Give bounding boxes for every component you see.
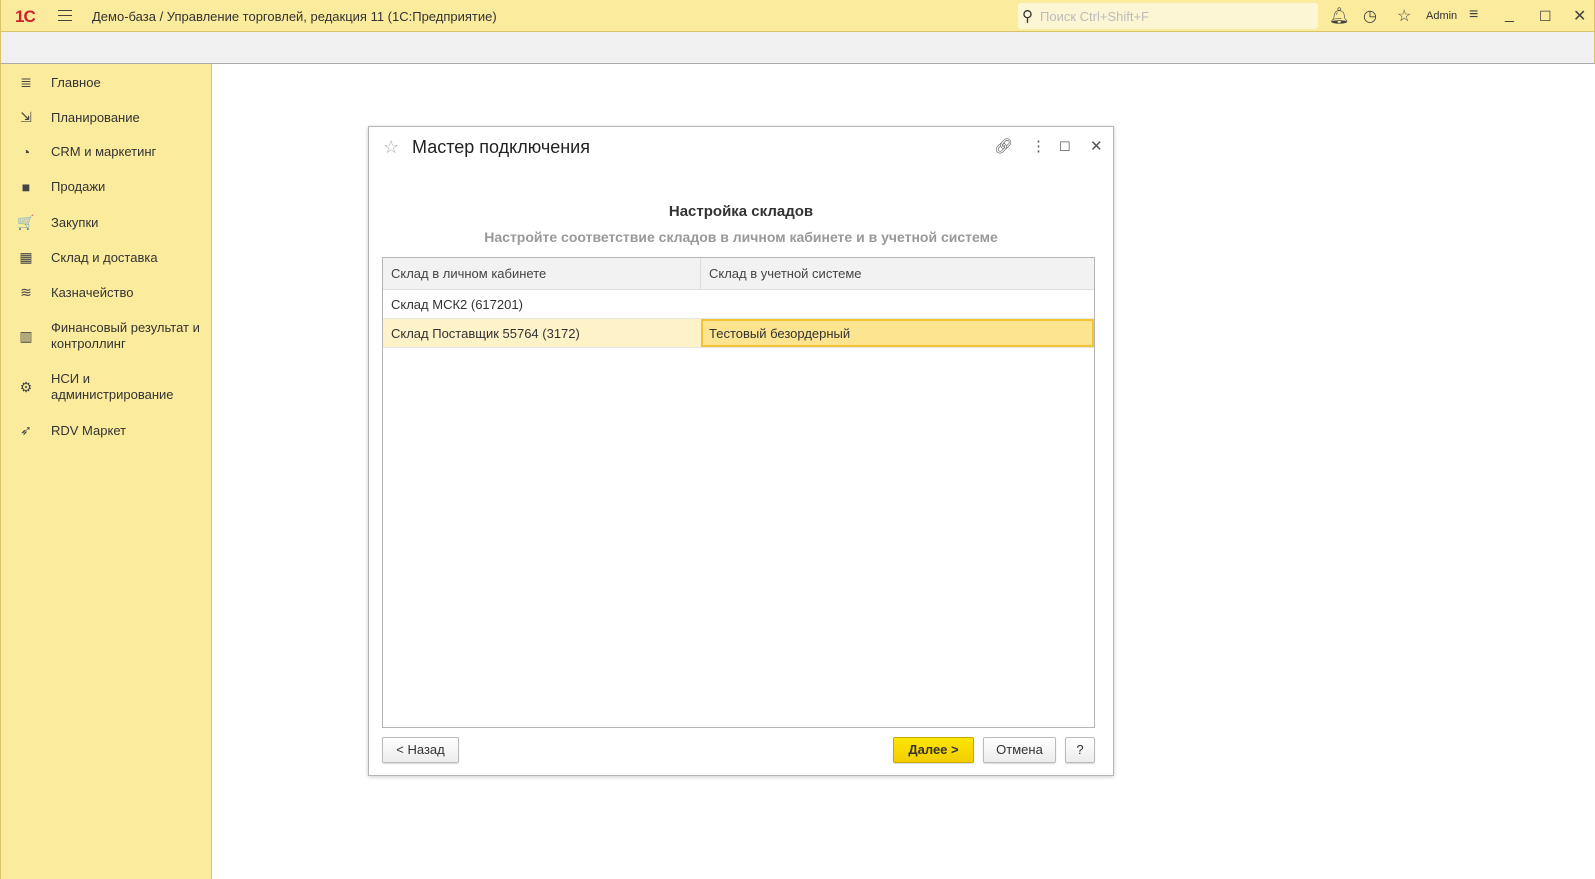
sidebar-item-planning[interactable]: ⇲ Планирование xyxy=(1,109,212,126)
close-icon[interactable]: ✕ xyxy=(1090,137,1103,155)
section-subtitle: Настройте соответствие складов в личном … xyxy=(484,229,998,245)
back-button[interactable]: < Назад xyxy=(382,737,459,763)
sidebar-item-admin[interactable]: ⚙ НСИ и администрирование xyxy=(1,371,212,403)
help-button[interactable]: ? xyxy=(1065,737,1095,763)
rocket-icon: ➶ xyxy=(20,422,32,438)
link-icon[interactable]: 🔗︎ xyxy=(994,137,1013,155)
sidebar-item-sales[interactable]: ■ Продажи xyxy=(1,179,212,195)
dialog-title: Мастер подключения xyxy=(412,137,590,157)
list-icon: ≣ xyxy=(20,74,32,90)
cabinet-warehouse-cell[interactable]: Склад МСК2 (617201) xyxy=(383,290,701,318)
system-warehouse-cell[interactable] xyxy=(701,290,717,318)
history-icon[interactable]: ◷ xyxy=(1363,6,1377,26)
next-button[interactable]: Далее > xyxy=(893,737,974,763)
table-row[interactable]: Склад Поставщик 55764 (3172) Тестовый бе… xyxy=(383,319,1094,348)
search-input[interactable]: ⚲ Поиск Ctrl+Shift+F xyxy=(1018,3,1318,29)
connection-wizard-dialog: ☆ Мастер подключения 🔗︎ ⋮ ☐ ✕ Настройка … xyxy=(368,126,1114,776)
more-icon[interactable]: ⋮ xyxy=(1031,137,1046,155)
planning-icon: ⇲ xyxy=(20,109,32,125)
minimize-icon[interactable]: _ xyxy=(1505,6,1514,24)
cabinet-warehouse-cell[interactable]: Склад Поставщик 55764 (3172) xyxy=(383,319,701,347)
search-placeholder: Поиск Ctrl+Shift+F xyxy=(1040,9,1149,24)
warehouse-mapping-table[interactable]: Склад в личном кабинете Склад в учетной … xyxy=(382,257,1095,728)
maximize-icon[interactable]: ☐ xyxy=(1059,139,1071,155)
settings-menu-icon[interactable]: ≡ xyxy=(1469,6,1478,24)
gear-icon: ⚙ xyxy=(19,378,33,395)
bag-icon: ■ xyxy=(21,179,31,195)
cart-icon: 🛒 xyxy=(17,214,35,230)
sidebar-item-warehouse[interactable]: ▦ Склад и доставка xyxy=(1,249,212,266)
sidebar-item-rdv-market[interactable]: ➶ RDV Маркет xyxy=(1,422,212,439)
sidebar-item-finance[interactable]: ▥ Финансовый результат и контроллинг xyxy=(1,320,212,352)
column-header[interactable]: Склад в учетной системе xyxy=(701,258,870,289)
sidebar: ≣ Главное ⇲ Планирование ◔ CRM и маркетинг … xyxy=(0,64,212,879)
table-header: Склад в личном кабинете Склад в учетной … xyxy=(383,258,1094,290)
close-icon[interactable]: ✕ xyxy=(1573,6,1586,26)
pie-chart-icon: ◔ xyxy=(21,144,31,160)
column-header[interactable]: Склад в личном кабинете xyxy=(383,258,701,289)
menu-icon[interactable] xyxy=(58,10,72,21)
bar-chart-icon: ▥ xyxy=(19,327,33,344)
bell-icon[interactable]: 🔔︎ xyxy=(1329,6,1349,26)
grid-icon: ▦ xyxy=(19,249,33,265)
title-bar: 1С Демо-база / Управление торговлей, ред… xyxy=(0,0,1595,32)
search-icon: ⚲ xyxy=(1022,8,1033,25)
app-title: Демо-база / Управление торговлей, редакц… xyxy=(92,9,497,24)
system-warehouse-cell[interactable]: Тестовый безордерный xyxy=(701,319,1094,347)
maximize-icon[interactable]: ☐ xyxy=(1539,8,1552,25)
user-name[interactable]: Admin xyxy=(1426,10,1457,22)
sidebar-item-crm[interactable]: ◔ CRM и маркетинг xyxy=(1,144,212,160)
section-heading: Настройка складов xyxy=(668,203,814,220)
toolbar xyxy=(0,32,1595,64)
sidebar-item-purchases[interactable]: 🛒 Закупки xyxy=(1,214,212,231)
cancel-button[interactable]: Отмена xyxy=(983,737,1056,763)
table-row[interactable]: Склад МСК2 (617201) xyxy=(383,290,1094,319)
sidebar-item-treasury[interactable]: ≋ Казначейство xyxy=(1,284,212,301)
sidebar-item-main[interactable]: ≣ Главное xyxy=(1,74,212,91)
star-icon[interactable]: ☆ xyxy=(1397,6,1411,26)
1c-logo: 1С xyxy=(15,7,36,26)
favorite-star-icon[interactable]: ☆ xyxy=(383,137,399,158)
coins-icon: ≋ xyxy=(20,284,32,300)
